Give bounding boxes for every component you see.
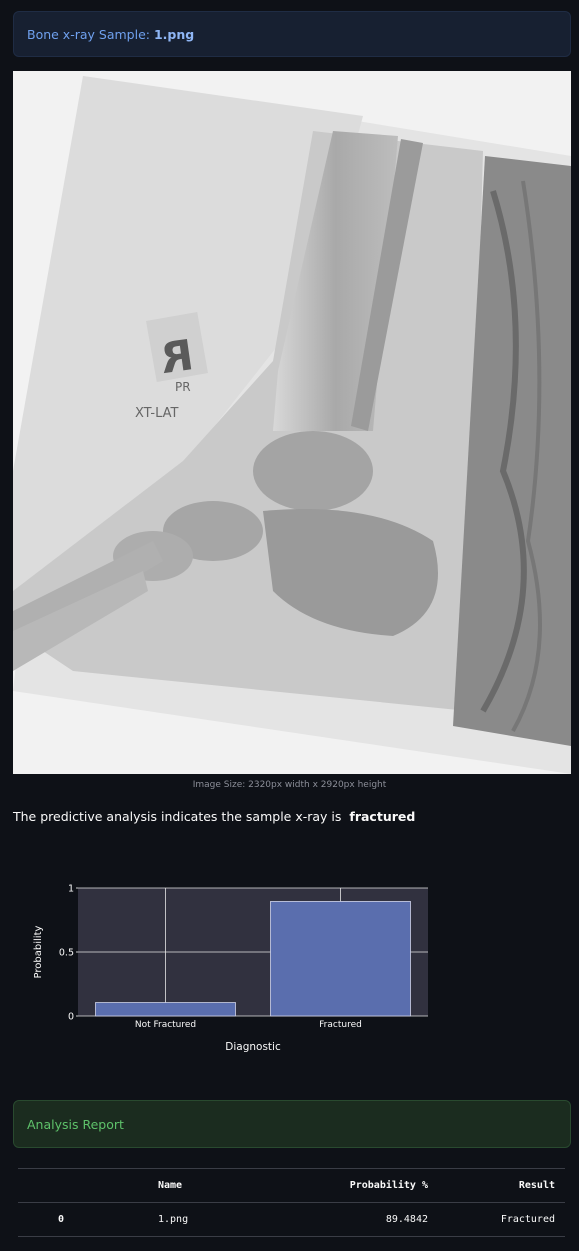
y-axis-label: Probability bbox=[33, 925, 44, 978]
sample-info-label: Bone x-ray Sample: bbox=[27, 26, 150, 42]
row-result: Fractured bbox=[438, 1202, 565, 1237]
header-result: Result bbox=[438, 1168, 565, 1203]
x-axis-label: Diagnostic bbox=[225, 1041, 281, 1053]
prediction-sentence: The predictive analysis indicates the sa… bbox=[13, 809, 342, 824]
analysis-report-title: Analysis Report bbox=[27, 1116, 124, 1132]
header-name: Name bbox=[148, 1168, 248, 1203]
y-tick-label: 0 bbox=[68, 1012, 74, 1023]
xray-view-label: XT-LAT bbox=[135, 406, 179, 421]
analysis-report-box: Analysis Report bbox=[13, 1100, 571, 1148]
x-tick-label: Fractured bbox=[319, 1020, 362, 1030]
row-probability: 89.4842 bbox=[248, 1202, 438, 1237]
row-index: 0 bbox=[18, 1202, 148, 1237]
x-tick-label: Not Fractured bbox=[135, 1020, 196, 1030]
bar-not-fractured bbox=[95, 1002, 236, 1017]
xray-marker-pr: PR bbox=[175, 380, 191, 394]
prediction-text: The predictive analysis indicates the sa… bbox=[13, 809, 415, 824]
xray-marker-letter: R bbox=[157, 330, 196, 383]
report-header-row: Name Probability % Result bbox=[18, 1168, 565, 1203]
prediction-result: fractured bbox=[349, 809, 416, 824]
y-tick-label: 1 bbox=[68, 884, 74, 895]
image-caption: Image Size: 2320px width x 2920px height bbox=[192, 780, 387, 790]
report-table: Name Probability % Result 0 1.png 89.484… bbox=[18, 1168, 565, 1237]
sample-info-box: Bone x-ray Sample: 1.png bbox=[13, 11, 571, 57]
table-row: 0 1.png 89.4842 Fractured bbox=[18, 1202, 565, 1237]
bar-fractured bbox=[270, 901, 411, 1017]
header-index bbox=[18, 1168, 148, 1203]
xray-image: R PR XT-LAT bbox=[13, 71, 571, 774]
header-probability: Probability % bbox=[248, 1168, 438, 1203]
row-name: 1.png bbox=[148, 1202, 248, 1237]
sample-filename: 1.png bbox=[153, 26, 195, 42]
y-tick-label: 0.5 bbox=[59, 948, 74, 959]
probability-chart: 0 0.5 1 Not Fractured Fractured Probability… bbox=[33, 884, 428, 1053]
